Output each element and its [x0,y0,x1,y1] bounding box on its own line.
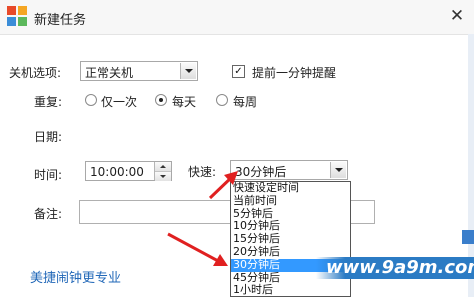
annotation-arrows [167,171,238,266]
red-arrow-icon [208,171,238,200]
red-arrow-icon [167,232,228,266]
